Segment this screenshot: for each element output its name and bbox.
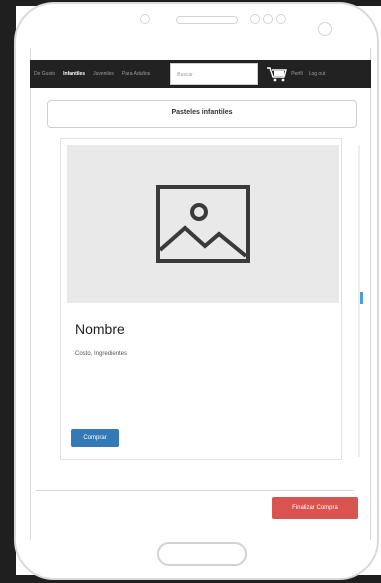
buy-button[interactable]: Comprar <box>71 429 119 447</box>
nav-item-de-gusto[interactable]: De Gusto <box>30 71 59 77</box>
nav-item-para-adultos[interactable]: Para Adultos <box>118 71 154 77</box>
product-card: Nombre Costo, Ingredientes Comprar <box>60 138 342 460</box>
nav-item-infantiles[interactable]: Infantiles <box>59 71 89 77</box>
phone-home-button <box>157 542 247 566</box>
phone-speaker <box>176 16 238 24</box>
navbar: De Gusto Infantiles Juveniles Para Adult… <box>30 60 371 88</box>
phone-sensor <box>276 14 286 24</box>
phone-sensor <box>250 14 260 24</box>
cart-icon[interactable] <box>266 65 288 83</box>
product-description: Costo, Ingredientes <box>75 351 128 357</box>
phone-sensor <box>263 14 273 24</box>
image-placeholder-icon <box>67 145 339 303</box>
phone-sensor <box>140 14 150 24</box>
nav-item-juveniles[interactable]: Juveniles <box>89 71 118 77</box>
product-name: Nombre <box>75 321 125 337</box>
search-input[interactable]: Buscar <box>170 63 259 85</box>
nav-item-log-out[interactable]: Log out <box>306 71 329 77</box>
nav-item-perfil[interactable]: Perfil <box>288 71 305 77</box>
phone-camera <box>318 22 332 36</box>
page-title: Pasteles infantiles <box>47 100 357 128</box>
footer-divider <box>36 490 354 491</box>
finish-purchase-button[interactable]: Finalizar Compra <box>272 497 358 519</box>
scroll-indicator[interactable] <box>360 292 363 304</box>
